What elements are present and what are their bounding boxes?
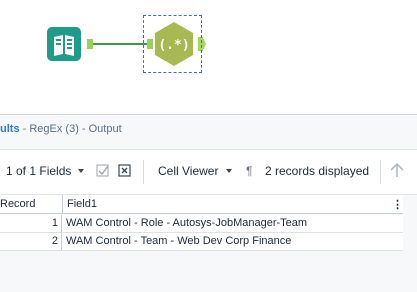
connection-line[interactable] (92, 43, 148, 45)
results-panel: ults - RegEx (3) - Output 1 of 1 Fields … (0, 114, 417, 292)
panel-title-suffix: - RegEx (3) - Output (19, 123, 122, 135)
column-header-field1[interactable]: Field1 ⋮ (63, 195, 403, 214)
checkbox-icon[interactable] (96, 163, 110, 177)
selection-box (143, 15, 202, 73)
book-input-icon (47, 27, 81, 61)
cell-viewer-dropdown[interactable]: Cell Viewer (158, 164, 218, 178)
paragraph-icon[interactable]: ¶ (246, 164, 252, 178)
record-cell: 1 (0, 215, 62, 232)
toolbar-divider (143, 160, 144, 184)
panel-title-prefix: ults (0, 123, 20, 135)
results-toolbar: 1 of 1 Fields Cell Viewer ¶ 2 records di… (0, 149, 417, 195)
arrow-up-icon[interactable] (389, 162, 404, 177)
chevron-down-icon[interactable] (78, 169, 84, 173)
input-data-tool[interactable] (47, 27, 81, 61)
output-anchor[interactable] (87, 39, 93, 49)
toolbar-divider (380, 160, 381, 184)
workflow-canvas[interactable]: (.*) (0, 0, 417, 114)
records-count: 2 records displayed (265, 164, 370, 178)
panel-title: ults - RegEx (3) - Output (0, 123, 122, 135)
table-row[interactable]: 2 WAM Control - Team - Web Dev Corp Fina… (0, 233, 403, 251)
field1-cell: WAM Control - Role - Autosys-JobManager-… (66, 217, 308, 229)
field1-cell: WAM Control - Team - Web Dev Corp Financ… (66, 235, 292, 247)
record-cell: 2 (0, 233, 62, 250)
column-menu-icon[interactable]: ⋮ (392, 198, 403, 211)
column-header-record[interactable]: Record (0, 195, 63, 214)
chevron-down-icon[interactable] (226, 169, 232, 173)
fields-dropdown[interactable]: 1 of 1 Fields (6, 164, 71, 178)
table-row[interactable]: 1 WAM Control - Role - Autosys-JobManage… (0, 215, 403, 233)
deselect-icon[interactable] (118, 163, 132, 177)
